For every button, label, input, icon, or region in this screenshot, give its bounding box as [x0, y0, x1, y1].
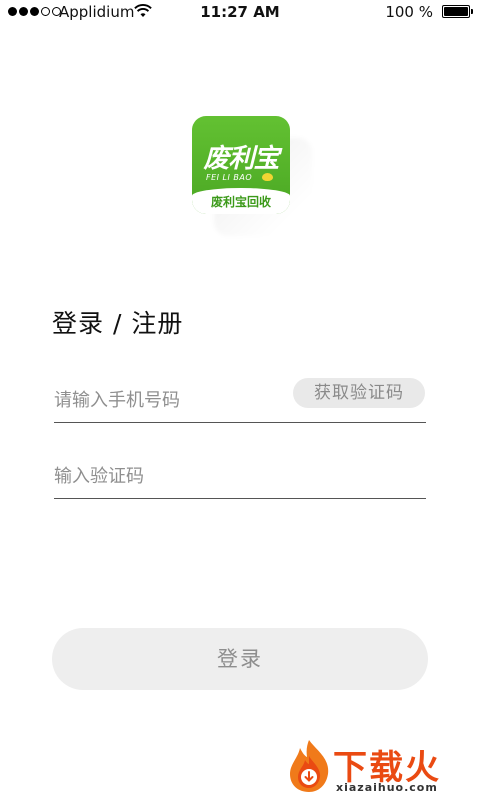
get-code-button[interactable]: 获取验证码: [293, 378, 425, 408]
app-logo: 废利宝 FEI LI BAO 废利宝回收: [192, 116, 290, 214]
logo-band-text: 废利宝回收: [210, 195, 271, 209]
phone-underline: [54, 422, 426, 423]
phone-input-row: 获取验证码: [54, 378, 426, 424]
battery-percent: 100 %: [385, 3, 433, 21]
page-title: 登录 / 注册: [52, 309, 184, 338]
phone-input[interactable]: [54, 380, 284, 420]
watermark-domain: xiazaihuo.com: [336, 781, 438, 794]
status-bar: Applidium 11:27 AM 100 %: [0, 0, 480, 24]
leaf-icon: [262, 173, 273, 181]
code-underline: [54, 498, 426, 499]
logo-main-text: 废利宝: [203, 144, 279, 174]
flame-logo-icon: [290, 740, 329, 792]
code-input-row: [54, 456, 426, 500]
login-button[interactable]: 登录: [52, 628, 428, 690]
logo-sub-text: FEI LI BAO: [206, 173, 253, 182]
code-input[interactable]: [54, 456, 284, 496]
battery-icon: [442, 5, 473, 18]
